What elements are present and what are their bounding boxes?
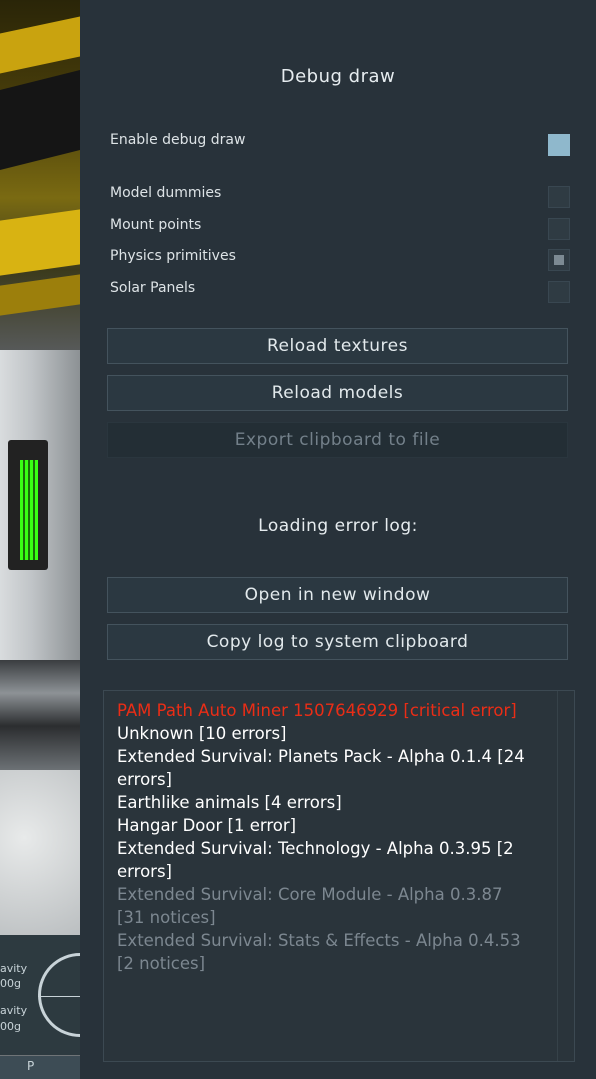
- export-clipboard-button[interactable]: Export clipboard to file: [107, 422, 568, 458]
- hud-gravity-label: avity: [0, 1004, 28, 1017]
- checkbox-partial-indicator: [554, 255, 564, 265]
- hud-gravity-value: 00g: [0, 1020, 21, 1033]
- log-entry[interactable]: Extended Survival: Technology - Alpha 0.…: [117, 837, 527, 883]
- reload-textures-button[interactable]: Reload textures: [107, 328, 568, 364]
- hud-key-hint: P: [27, 1059, 35, 1073]
- model-dummies-checkbox[interactable]: [548, 186, 570, 208]
- scene-yellow-beam: [0, 209, 80, 276]
- enable-debug-draw-checkbox[interactable]: [548, 134, 570, 156]
- open-in-new-window-button[interactable]: Open in new window: [107, 577, 568, 613]
- scene-ground: [0, 770, 80, 940]
- physics-primitives-label: Physics primitives: [110, 248, 236, 264]
- error-log-title: Loading error log:: [258, 516, 418, 536]
- debug-draw-title: Debug draw: [280, 66, 396, 87]
- log-entry[interactable]: Earthlike animals [4 errors]: [117, 791, 527, 814]
- debug-panel: Debug draw Enable debug draw Model dummi…: [80, 0, 596, 1079]
- mount-points-checkbox[interactable]: [548, 218, 570, 240]
- reload-models-button[interactable]: Reload models: [107, 375, 568, 411]
- error-log-list: PAM Path Auto Miner 1507646929 [critical…: [117, 699, 527, 975]
- log-entry[interactable]: Extended Survival: Stats & Effects - Alp…: [117, 929, 527, 975]
- error-log-scrollbar[interactable]: [557, 691, 558, 1061]
- log-entry[interactable]: Extended Survival: Core Module - Alpha 0…: [117, 883, 527, 929]
- log-entry[interactable]: Extended Survival: Planets Pack - Alpha …: [117, 745, 527, 791]
- mount-points-label: Mount points: [110, 217, 202, 233]
- copy-log-button[interactable]: Copy log to system clipboard: [107, 624, 568, 660]
- hud-toolbar: [0, 1056, 80, 1079]
- hud-gravity-value: 00g: [0, 977, 21, 990]
- log-entry[interactable]: Unknown [10 errors]: [117, 722, 527, 745]
- model-dummies-label: Model dummies: [110, 185, 222, 201]
- hud-gauge-line: [38, 996, 80, 997]
- enable-debug-draw-label: Enable debug draw: [110, 132, 246, 148]
- physics-primitives-checkbox[interactable]: [548, 249, 570, 271]
- solar-panels-label: Solar Panels: [110, 280, 196, 296]
- hud-gravity-label: avity: [0, 962, 28, 975]
- scene-pipe: [0, 660, 80, 770]
- log-entry[interactable]: Hangar Door [1 error]: [117, 814, 527, 837]
- game-viewport: avity 00g avity 00g P: [0, 0, 80, 1079]
- error-log-box[interactable]: PAM Path Auto Miner 1507646929 [critical…: [103, 690, 575, 1062]
- solar-panels-checkbox[interactable]: [548, 281, 570, 303]
- scene-green-light: [20, 460, 38, 560]
- log-entry[interactable]: PAM Path Auto Miner 1507646929 [critical…: [117, 699, 527, 722]
